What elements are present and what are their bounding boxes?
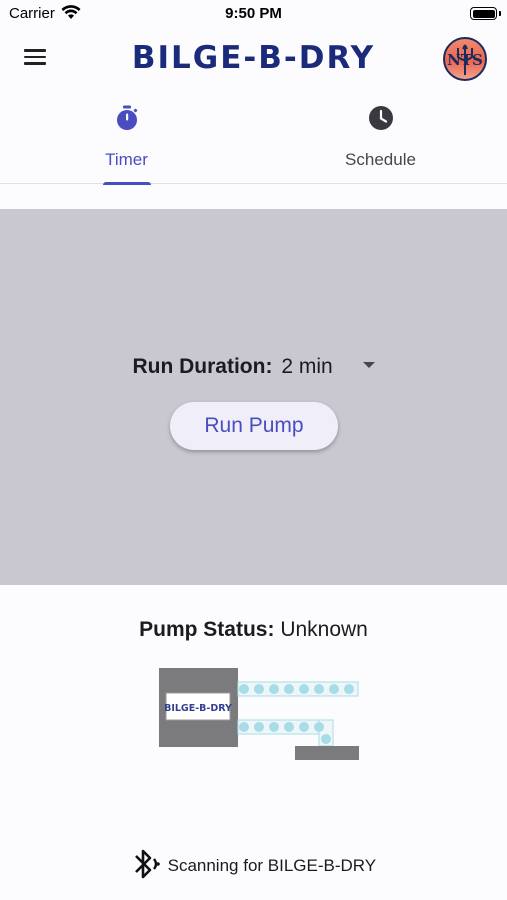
run-duration-label: Run Duration:: [132, 355, 273, 378]
stopwatch-icon: [116, 105, 137, 130]
tab-indicator: [103, 182, 151, 185]
tab-schedule-label: Schedule: [345, 150, 416, 169]
pump-device-label: BILGE-B-DRY: [164, 703, 232, 714]
bilge-floor: [295, 746, 359, 760]
pump-status: Pump Status: Unknown: [0, 618, 507, 642]
clock-icon: [368, 106, 393, 130]
tab-timer[interactable]: Timer: [0, 96, 253, 185]
app-bar: BILGE-B-DRY NTS: [0, 30, 507, 90]
tab-bar: Timer Schedule: [0, 96, 507, 185]
run-pump-button[interactable]: Run Pump: [170, 402, 338, 450]
pump-status-value: Unknown: [280, 618, 368, 641]
run-duration-dropdown[interactable]: Run Duration: 2 min: [0, 355, 507, 379]
profile-avatar[interactable]: NTS: [443, 37, 487, 81]
tab-timer-label: Timer: [105, 150, 148, 169]
timer-panel: Run Duration: 2 min Run Pump: [0, 209, 507, 585]
bluetooth-status-text: Scanning for BILGE-B-DRY: [167, 856, 377, 875]
clock-time: 9:50 PM: [225, 5, 282, 22]
pump-illustration: BILGE-B-DRY: [159, 668, 359, 760]
status-bar: Carrier 9:50 PM: [0, 0, 507, 28]
tab-schedule[interactable]: Schedule: [254, 96, 507, 184]
battery-tip: [499, 11, 501, 16]
bluetooth-searching-icon: [134, 849, 160, 879]
avatar-monogram: NTS: [447, 51, 483, 69]
run-duration-value: 2 min: [281, 355, 333, 378]
app-logo: BILGE-B-DRY: [131, 40, 376, 76]
dropdown-arrow-icon: [362, 362, 375, 369]
pump-status-label: Pump Status:: [139, 618, 275, 641]
battery-icon: [470, 7, 497, 20]
bluetooth-status: Scanning for BILGE-B-DRY: [0, 848, 507, 884]
